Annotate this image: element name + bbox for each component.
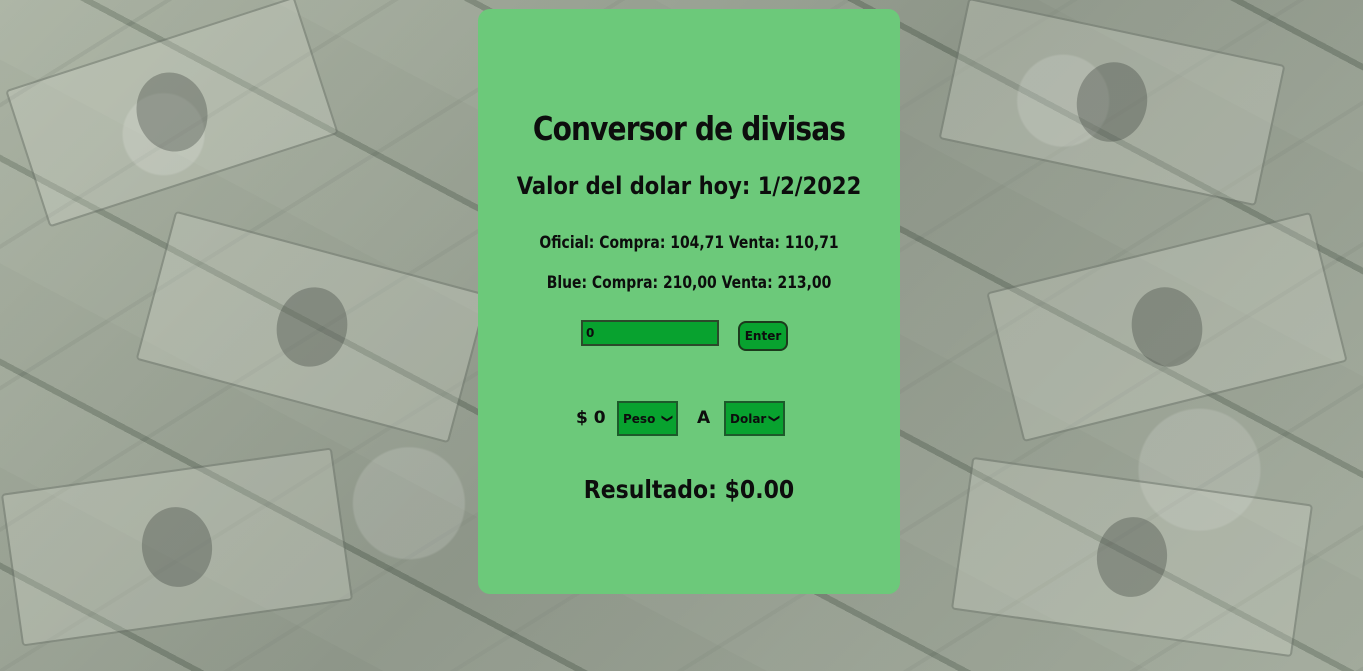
oficial-compra-value: 104,71: [670, 233, 725, 253]
currency-symbol: $: [576, 408, 588, 428]
blue-compra-value: 210,00: [662, 273, 717, 293]
from-currency-select[interactable]: Peso ❯: [617, 401, 678, 436]
oficial-label: Oficial:: [539, 233, 595, 253]
banknote-background-6: [950, 456, 1314, 658]
from-currency-value: Peso: [623, 411, 656, 426]
to-currency-value: Dolar: [730, 411, 767, 426]
oficial-venta-value: 110,71: [784, 233, 839, 253]
dollar-rate-heading-label: Valor del dolar hoy:: [516, 172, 751, 200]
to-currency-select[interactable]: Dolar ❯: [724, 401, 785, 436]
banknote-background-5: [986, 211, 1348, 443]
banknote-background-4: [938, 0, 1286, 207]
conversion-row: $ 0 Peso ❯ A Dolar ❯: [478, 401, 900, 437]
page-title: Conversor de divisas: [532, 109, 846, 148]
enter-button[interactable]: Enter: [738, 321, 788, 351]
banknote-background-2: [135, 210, 489, 444]
dollar-rate-date: 1/2/2022: [757, 172, 862, 200]
blue-compra-label: Compra:: [591, 273, 659, 293]
oficial-rate: Oficial: Compra: 104,71 Venta: 110,71: [516, 233, 862, 253]
blue-label: Blue:: [546, 273, 588, 293]
result-value: $0.00: [724, 475, 795, 504]
result: Resultado: $0.00: [503, 475, 874, 504]
dollar-rate-heading: Valor del dolar hoy: 1/2/2022: [503, 172, 874, 200]
amount-input[interactable]: [581, 320, 719, 346]
banknote-background-1: [5, 0, 339, 228]
oficial-venta-label: Venta:: [728, 233, 780, 253]
converter-card: Conversor de divisas Valor del dolar hoy…: [478, 9, 900, 594]
blue-venta-label: Venta:: [721, 273, 773, 293]
banknote-background-3: [0, 447, 354, 647]
blue-rate: Blue: Compra: 210,00 Venta: 213,00: [516, 273, 862, 293]
result-label: Resultado:: [583, 475, 717, 504]
amount-display-value: 0: [593, 408, 606, 428]
chevron-down-icon: ❯: [767, 413, 781, 424]
blue-venta-value: 213,00: [777, 273, 832, 293]
oficial-compra-label: Compra:: [599, 233, 666, 253]
to-label: A: [697, 408, 711, 428]
amount-display: $ 0: [576, 408, 606, 428]
chevron-down-icon: ❯: [660, 413, 674, 424]
